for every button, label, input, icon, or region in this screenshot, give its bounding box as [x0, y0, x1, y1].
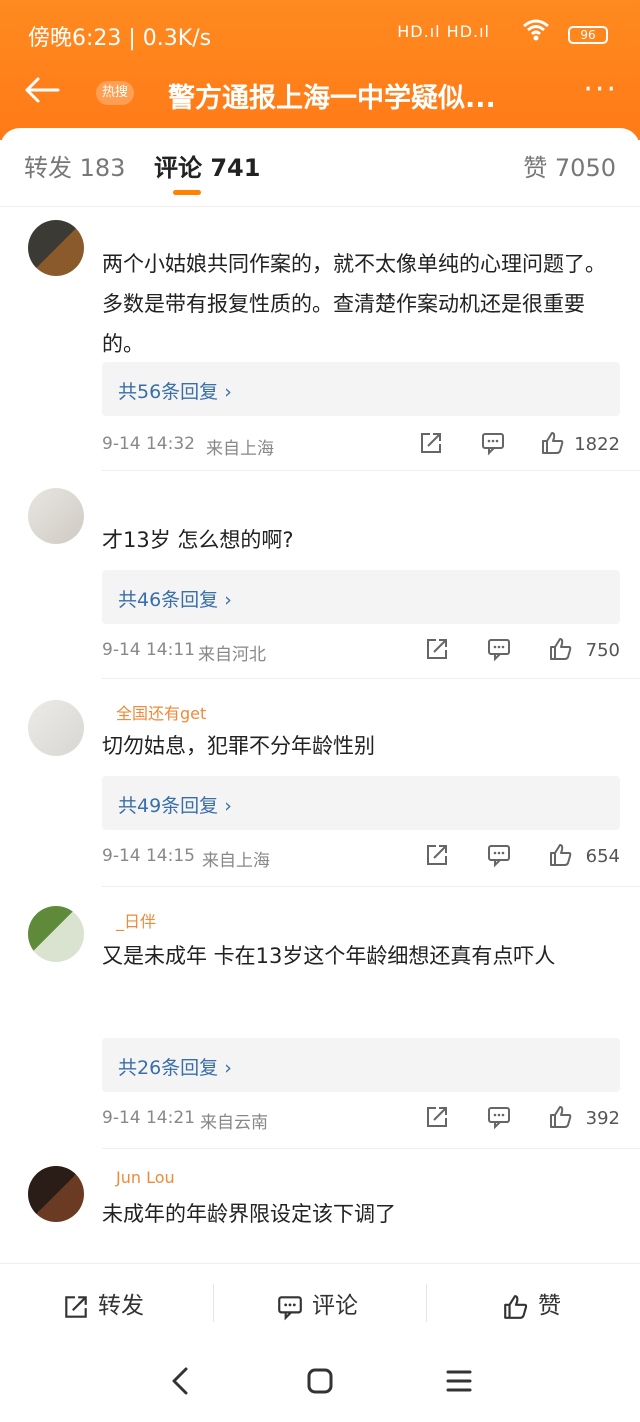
- comment-date: 9-14 14:32: [102, 434, 195, 454]
- comment-location: 来自河北: [198, 645, 266, 665]
- more-icon[interactable]: ···: [583, 72, 618, 107]
- tabs-divider: [0, 206, 640, 207]
- system-menu-icon[interactable]: [444, 1365, 474, 1401]
- system-back-icon[interactable]: [166, 1365, 194, 1401]
- comment-divider: [102, 678, 640, 679]
- like-icon[interactable]: [548, 636, 574, 662]
- reply-icon[interactable]: [486, 636, 512, 662]
- comment-location: 来自云南: [200, 1113, 268, 1133]
- like-button[interactable]: 赞: [502, 1286, 561, 1321]
- system-nav-bar: [0, 1343, 640, 1422]
- username[interactable]: _日伴: [116, 908, 156, 932]
- comments-card: 转发 183 评论 741 赞 7050 两个小姑娘共同作案的，就不太像单纯的心…: [0, 128, 640, 1263]
- comment-date: 9-14 14:11: [102, 640, 195, 660]
- share-icon[interactable]: [424, 636, 450, 662]
- repost-button[interactable]: 转发: [62, 1286, 144, 1321]
- avatar[interactable]: [28, 220, 84, 276]
- tab-comment[interactable]: 评论 741: [154, 148, 260, 183]
- like-icon[interactable]: [548, 842, 574, 868]
- username[interactable]: 全国还有get: [116, 700, 206, 724]
- tab-repost[interactable]: 转发 183: [24, 148, 125, 183]
- replies-count: 共26条回复 ›: [118, 1057, 232, 1079]
- reply-icon[interactable]: [486, 842, 512, 868]
- comment-date: 9-14 14:21: [102, 1108, 195, 1128]
- comment-location: 来自上海: [206, 439, 274, 459]
- like-count: 1822: [574, 434, 620, 455]
- comment-button[interactable]: 评论: [276, 1286, 358, 1321]
- hot-search-badge[interactable]: 热搜: [96, 81, 135, 105]
- like-count: 392: [585, 1108, 620, 1129]
- comment-divider: [102, 1148, 640, 1149]
- like-count: 654: [585, 846, 620, 867]
- comment-location: 来自上海: [202, 851, 270, 871]
- share-icon[interactable]: [424, 1104, 450, 1130]
- reply-icon[interactable]: [480, 430, 506, 456]
- back-arrow-icon[interactable]: [22, 70, 62, 110]
- action-divider: [213, 1284, 214, 1322]
- replies-link[interactable]: 共46条回复 ›: [102, 570, 620, 624]
- replies-link[interactable]: 共56条回复 ›: [102, 362, 620, 416]
- comment-meta: 9-14 14:32 来自上海 1822: [102, 430, 620, 460]
- wifi-icon: [522, 18, 550, 48]
- comment-text: 才13岁 怎么想的啊?: [102, 528, 294, 552]
- avatar[interactable]: [28, 488, 84, 544]
- avatar[interactable]: [28, 906, 84, 962]
- repost-icon: [65, 1295, 87, 1318]
- reply-icon[interactable]: [486, 1104, 512, 1130]
- replies-link[interactable]: 共49条回复 ›: [102, 776, 620, 830]
- replies-count: 共46条回复 ›: [118, 589, 232, 611]
- avatar[interactable]: [28, 1166, 84, 1222]
- comment-text: 两个小姑娘共同作案的，就不太像单纯的心理问题了。多数是带有报复性质的。查清楚作案…: [102, 252, 606, 356]
- like-count: 750: [585, 640, 620, 661]
- battery-icon: 96: [568, 26, 608, 44]
- comment-text: 切勿姑息，犯罪不分年龄性别: [102, 734, 375, 758]
- bottom-action-bar: 转发 评论 赞: [0, 1263, 640, 1343]
- status-time: 傍晚6:23 | 0.3K/s: [28, 26, 212, 51]
- action-divider: [426, 1284, 427, 1322]
- comment-text: 又是未成年 卡在13岁这个年龄细想还真有点吓人: [102, 944, 556, 968]
- replies-link[interactable]: 共26条回复 ›: [102, 1038, 620, 1092]
- status-bar: 傍晚6:23 | 0.3K/s HD.ıl HD.ıl 96: [0, 0, 640, 64]
- share-icon[interactable]: [424, 842, 450, 868]
- comment-date: 9-14 14:15: [102, 846, 195, 866]
- tab-indicator: [173, 190, 201, 195]
- like-icon: [504, 1294, 528, 1319]
- comment-divider: [102, 470, 640, 471]
- like-icon[interactable]: [540, 430, 566, 456]
- comment-meta: 9-14 14:11 来自河北 750: [102, 636, 620, 666]
- comment-meta: 9-14 14:15 来自上海 654: [102, 842, 620, 872]
- system-home-icon[interactable]: [304, 1365, 336, 1401]
- tab-like[interactable]: 赞 7050: [523, 148, 616, 183]
- comment-icon: [278, 1295, 302, 1320]
- repost-label: 转发: [98, 1293, 144, 1319]
- like-label: 赞: [538, 1293, 561, 1319]
- replies-count: 共56条回复 ›: [118, 381, 232, 403]
- signal-icon: HD.ıl HD.ıl: [397, 22, 490, 41]
- comment-meta: 9-14 14:21 来自云南 392: [102, 1104, 620, 1134]
- comment-divider: [102, 886, 640, 887]
- username[interactable]: Jun Lou: [116, 1168, 175, 1187]
- app-header: 傍晚6:23 | 0.3K/s HD.ıl HD.ıl 96 热搜 警方通报上海…: [0, 0, 640, 140]
- comment-text: 未成年的年龄界限设定该下调了: [102, 1202, 396, 1226]
- avatar[interactable]: [28, 700, 84, 756]
- nav-bar: 热搜 警方通报上海一中学疑似... ···: [0, 64, 640, 124]
- tab-bar: 转发 183 评论 741 赞 7050: [0, 128, 640, 198]
- like-icon[interactable]: [548, 1104, 574, 1130]
- share-icon[interactable]: [418, 430, 444, 456]
- page-title: 警方通报上海一中学疑似...: [168, 83, 496, 114]
- comment-label: 评论: [312, 1293, 358, 1319]
- replies-count: 共49条回复 ›: [118, 795, 232, 817]
